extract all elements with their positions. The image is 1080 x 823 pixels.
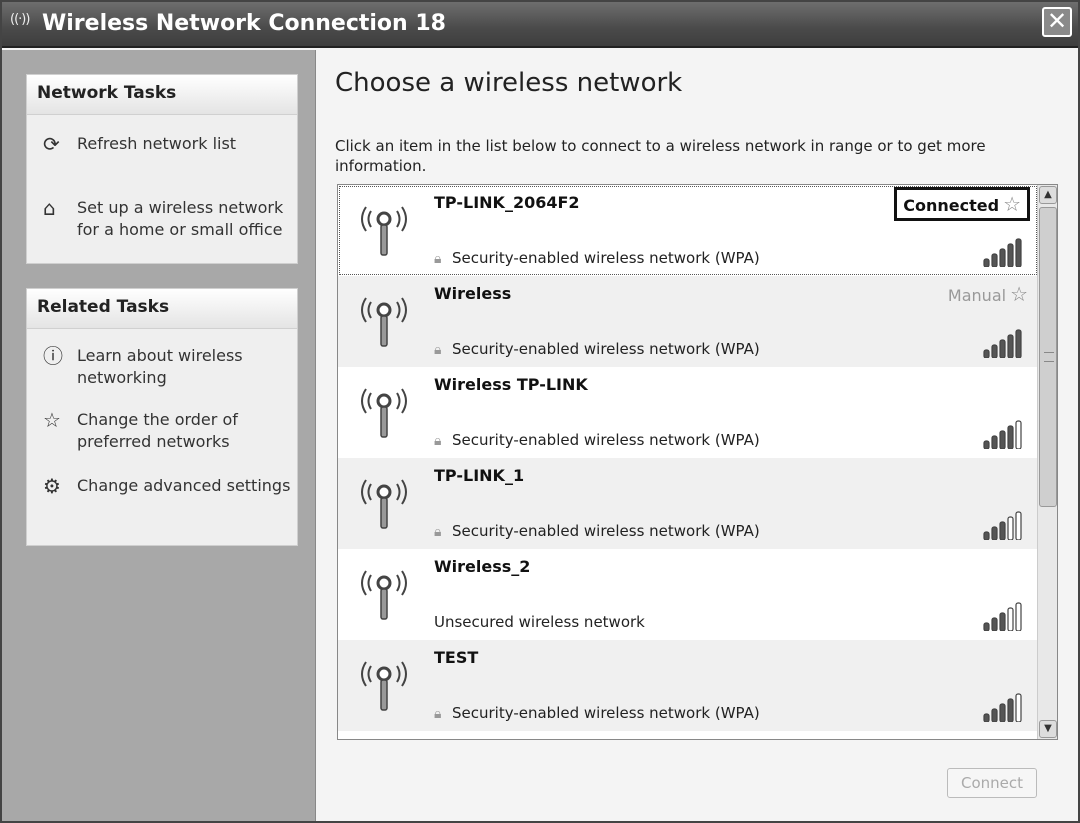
preferred-star-icon: ☆ [1010, 282, 1028, 306]
network-security: 🔒︎ Security-enabled wireless network (WPA… [434, 249, 760, 267]
network-tasks-header[interactable]: Network Tasks [27, 75, 297, 115]
network-row[interactable]: TEST 🔒︎ Security-enabled wireless network … [338, 640, 1038, 731]
connect-button[interactable]: Connect [947, 768, 1037, 798]
learn-wireless-label: Learn about wireless networking [77, 346, 243, 387]
antenna-icon [361, 570, 407, 620]
network-security-label: Security-enabled wireless network (WPA) [452, 249, 760, 267]
network-name: TP-LINK_2064F2 [434, 193, 580, 212]
lock-icon: 🔒︎ [434, 524, 442, 540]
scroll-grip-icon [1044, 352, 1054, 362]
network-row[interactable]: TP-LINK_2064F2 🔒︎ Security-enabled wireles… [338, 185, 1038, 276]
preferred-star-icon: ☆ [1003, 192, 1021, 216]
change-order-link[interactable]: ☆ Change the order of preferred networks [43, 409, 293, 457]
scroll-up-button[interactable]: ▲ [1039, 186, 1057, 204]
signal-strength-icon [983, 420, 1022, 449]
network-name: Wireless [434, 284, 512, 303]
network-name: TEST [434, 648, 479, 667]
antenna-icon [361, 297, 407, 347]
network-security-label: Security-enabled wireless network (WPA) [452, 704, 760, 722]
lock-icon: 🔒︎ [434, 342, 442, 358]
network-status: Connected ☆ [894, 187, 1030, 221]
page-title: Choose a wireless network [335, 68, 683, 98]
signal-strength-icon [983, 693, 1022, 722]
antenna-icon [361, 479, 407, 529]
lock-icon: 🔒︎ [434, 433, 442, 449]
network-security-label: Security-enabled wireless network (WPA) [452, 522, 760, 540]
settings-icon: ⚙ [43, 474, 61, 498]
title-bar[interactable]: ((·)) Wireless Network Connection 18 ✕ [2, 2, 1078, 48]
setup-wizard-icon: ⌂ [43, 196, 56, 220]
network-row[interactable]: Wireless 🔒︎ Security-enabled wireless netw… [338, 276, 1038, 367]
network-name: Wireless_2 [434, 557, 531, 576]
antenna-icon [361, 388, 407, 438]
main-panel: Choose a wireless network Click an item … [317, 50, 1078, 821]
network-security-label: Security-enabled wireless network (WPA) [452, 340, 760, 358]
window-title: Wireless Network Connection 18 [42, 11, 446, 36]
refresh-network-list-label: Refresh network list [77, 134, 237, 153]
related-tasks-panel: Related Tasks ⓘ Learn about wireless net… [26, 288, 298, 546]
signal-strength-icon [983, 511, 1022, 540]
instructions-text: Click an item in the list below to conne… [335, 137, 986, 175]
network-security: Unsecured wireless network [434, 613, 645, 631]
network-row[interactable]: TP-LINK_1 🔒︎ Security-enabled wireless net… [338, 458, 1038, 549]
scroll-thumb[interactable] [1039, 207, 1057, 507]
network-name: TP-LINK_1 [434, 466, 525, 485]
star-icon: ☆ [43, 408, 61, 432]
network-security-label: Security-enabled wireless network (WPA) [452, 431, 760, 449]
antenna-icon [361, 206, 407, 256]
network-security: 🔒︎ Security-enabled wireless network (WPA… [434, 340, 760, 358]
signal-strength-icon [983, 238, 1022, 267]
network-security: 🔒︎ Security-enabled wireless network (WPA… [434, 431, 760, 449]
network-status-label: Connected [903, 196, 1000, 215]
change-order-label: Change the order of preferred networks [77, 410, 238, 451]
lock-icon: 🔒︎ [434, 706, 442, 722]
lock-icon: 🔒︎ [434, 251, 442, 267]
sidebar: Network Tasks ⟳ Refresh network list ⌂ S… [2, 50, 316, 821]
network-name: Wireless TP-LINK [434, 375, 588, 394]
network-row[interactable]: Wireless_2 Unsecured wireless network [338, 549, 1038, 640]
wireless-icon: ((·)) [10, 12, 30, 27]
network-security: 🔒︎ Security-enabled wireless network (WPA… [434, 704, 760, 722]
setup-wireless-network-label: Set up a wireless network for a home or … [77, 198, 284, 239]
network-security-label: Unsecured wireless network [434, 613, 645, 631]
network-security: 🔒︎ Security-enabled wireless network (WPA… [434, 522, 760, 540]
wireless-network-window: ((·)) Wireless Network Connection 18 ✕ N… [0, 0, 1080, 823]
scroll-down-button[interactable]: ▼ [1039, 720, 1057, 738]
network-status: Manual ☆ [948, 282, 1028, 306]
refresh-network-list-link[interactable]: ⟳ Refresh network list [43, 133, 293, 157]
change-advanced-settings-label: Change advanced settings [77, 476, 291, 495]
learn-wireless-link[interactable]: ⓘ Learn about wireless networking [43, 345, 293, 393]
network-tasks-panel: Network Tasks ⟳ Refresh network list ⌂ S… [26, 74, 298, 264]
info-icon: ⓘ [43, 344, 63, 368]
network-status-label: Manual [947, 286, 1007, 305]
signal-strength-icon [983, 329, 1022, 358]
network-list[interactable]: TP-LINK_2064F2 🔒︎ Security-enabled wireles… [337, 184, 1058, 740]
related-tasks-header[interactable]: Related Tasks [27, 289, 297, 329]
setup-wireless-network-link[interactable]: ⌂ Set up a wireless network for a home o… [43, 197, 293, 245]
close-button[interactable]: ✕ [1042, 7, 1072, 37]
signal-strength-icon [983, 602, 1022, 631]
refresh-icon: ⟳ [43, 132, 60, 156]
vertical-scrollbar[interactable]: ▲ ▼ [1037, 185, 1057, 739]
antenna-icon [361, 661, 407, 711]
change-advanced-settings-link[interactable]: ⚙ Change advanced settings [43, 475, 293, 523]
network-row[interactable]: Wireless TP-LINK 🔒︎ Security-enabled wirel… [338, 367, 1038, 458]
